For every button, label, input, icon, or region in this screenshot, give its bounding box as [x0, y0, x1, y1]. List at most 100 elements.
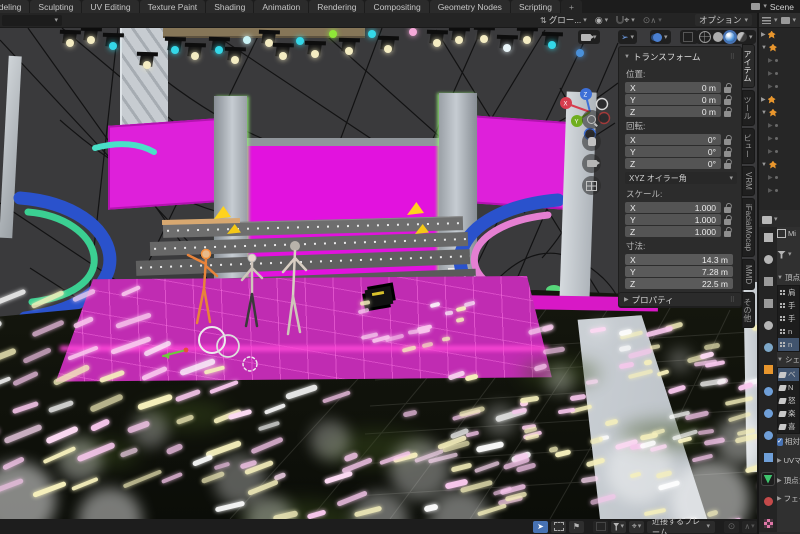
show-overlays-toggle[interactable]: ▾: [650, 30, 671, 44]
zoom-view-button[interactable]: [582, 110, 601, 129]
workspace-tab-shading[interactable]: Shading: [206, 0, 253, 13]
view-camera-dropdown[interactable]: ▾: [578, 30, 600, 44]
sidebar-tab-VRM[interactable]: VRM: [742, 166, 755, 196]
properties-editor[interactable]: ▾ Mi ▾ ▼頂点グループ 肩手手nn ▼シェイプキー ベN怒楽喜 ✓相対的 …: [759, 212, 800, 532]
properties-modifiers-tab[interactable]: [762, 385, 774, 397]
material-shading-icon[interactable]: [725, 32, 735, 42]
vertex-colors-panel-header[interactable]: ▶頂点カラー: [777, 474, 800, 487]
wireframe-shading-icon[interactable]: [699, 31, 711, 43]
disclosure-triangle[interactable]: ▶: [761, 32, 766, 38]
outliner-row[interactable]: ▶: [759, 28, 800, 41]
camera-view-button[interactable]: [582, 154, 601, 173]
disclosure-triangle[interactable]: ▶: [761, 97, 766, 103]
disclosure-triangle[interactable]: ▶: [768, 136, 773, 142]
properties-subpanel-header[interactable]: ▶プロパティ ⠿: [618, 292, 742, 307]
snap-settings-dropdown[interactable]: ⌖▾: [624, 15, 635, 26]
outliner-row[interactable]: ▶: [759, 93, 800, 106]
rot-y-field[interactable]: Y0°: [625, 146, 721, 157]
properties-physics-tab[interactable]: [762, 429, 774, 441]
marker-tool[interactable]: ⚑: [569, 521, 584, 533]
workspace-tab-geometry-nodes[interactable]: Geometry Nodes: [430, 0, 510, 13]
sk-list-item[interactable]: 喜: [778, 420, 799, 433]
workspace-tab-compositing[interactable]: Compositing: [365, 0, 428, 13]
proportional-edit-toggle[interactable]: ⊙: [724, 521, 739, 533]
shape-keys-panel-header[interactable]: ▼シェイプキー: [777, 353, 800, 366]
disclosure-triangle[interactable]: ▶: [768, 175, 773, 181]
proportional-falloff-dropdown[interactable]: ∧▾: [650, 16, 661, 25]
rotation-mode-dropdown[interactable]: XYZ オイラー角▾: [625, 172, 737, 184]
properties-scene-tab[interactable]: [762, 319, 774, 331]
vg-list-item[interactable]: 手: [778, 299, 799, 312]
workspace-tab-rendering[interactable]: Rendering: [309, 0, 364, 13]
properties-texture-tab[interactable]: [762, 517, 774, 529]
uv-maps-panel-header[interactable]: ▶UVマップ: [777, 454, 800, 467]
outliner-row[interactable]: ▶: [759, 184, 800, 197]
unlock-icon[interactable]: [724, 163, 731, 169]
properties-particles-tab[interactable]: [762, 407, 774, 419]
navigation-gizmo[interactable]: Z X Y: [552, 58, 614, 146]
vg-list-item[interactable]: n: [778, 338, 799, 351]
vertex-groups-panel-header[interactable]: ▼頂点グループ: [777, 271, 800, 284]
solid-shading-icon[interactable]: [713, 32, 723, 42]
dim-y-field[interactable]: Y7.28 m: [625, 266, 733, 277]
workspace-tab-odeling[interactable]: odeling: [0, 0, 29, 13]
properties-material-tab[interactable]: [762, 495, 774, 507]
outliner-row[interactable]: ▶: [759, 145, 800, 158]
rot-z-field[interactable]: Z0°: [625, 158, 721, 169]
vg-list-item[interactable]: 肩: [778, 286, 799, 299]
outliner[interactable]: ▾ ▾ ▶▼▶▶▶▶▼▶▶▶▼▶▶: [759, 13, 800, 210]
sidebar-tab-ビュー[interactable]: ビュー: [742, 128, 755, 164]
shading-mode-group[interactable]: ▾: [696, 30, 756, 44]
display-mode-icon[interactable]: [781, 17, 790, 24]
unlock-icon[interactable]: [724, 151, 731, 157]
outliner-row[interactable]: ▶: [759, 119, 800, 132]
perspective-toggle-button[interactable]: [582, 176, 601, 195]
proportional-edit-toggle[interactable]: ⊙: [643, 15, 651, 26]
scale-x-field[interactable]: X1.000: [625, 202, 721, 213]
properties-world-tab[interactable]: [762, 341, 774, 353]
properties-output-tab[interactable]: [762, 275, 774, 287]
dim-x-field[interactable]: X14.3 m: [625, 254, 733, 265]
checkbox-checked-icon[interactable]: ✓: [777, 438, 783, 446]
workspace-tab-scripting[interactable]: Scripting: [511, 0, 560, 13]
sk-list-item[interactable]: 怒: [778, 394, 799, 407]
outliner-row[interactable]: ▼: [759, 106, 800, 119]
add-workspace-button[interactable]: +: [561, 0, 582, 13]
sk-list-item[interactable]: 楽: [778, 407, 799, 420]
disclosure-triangle[interactable]: ▼: [761, 110, 767, 116]
unlock-icon[interactable]: [724, 139, 731, 145]
proportional-falloff-dropdown[interactable]: ∧▾: [742, 521, 757, 533]
snap-dropdown[interactable]: ⌖▾: [629, 521, 644, 533]
sidebar-tab-MMD[interactable]: MMD: [742, 259, 755, 290]
mode-dropdown[interactable]: ▾: [2, 15, 62, 26]
sk-list-item[interactable]: N: [778, 381, 799, 394]
disclosure-triangle[interactable]: ▶: [768, 84, 773, 90]
loc-x-field[interactable]: X0 m: [625, 82, 721, 93]
box-select-tool[interactable]: [551, 521, 566, 533]
pivot-point-dropdown[interactable]: ◉▾: [595, 15, 608, 26]
panel-drag-handle[interactable]: ⠿: [730, 53, 736, 61]
filter-dropdown[interactable]: ▾: [611, 521, 626, 533]
vg-list-item[interactable]: n: [778, 325, 799, 338]
properties-header[interactable]: ▾: [759, 212, 800, 227]
unlock-icon[interactable]: [724, 111, 731, 117]
properties-render-tab[interactable]: [762, 253, 774, 265]
scale-z-field[interactable]: Z1.000: [625, 226, 721, 237]
rot-x-field[interactable]: X0°: [625, 134, 721, 145]
scale-y-field[interactable]: Y1.000: [625, 214, 721, 225]
unlock-icon[interactable]: [724, 207, 731, 213]
show-gizmo-toggle[interactable]: ➢▾: [618, 30, 637, 44]
outliner-row[interactable]: ▼: [759, 41, 800, 54]
outliner-row[interactable]: ▶: [759, 80, 800, 93]
select-tweak-tool[interactable]: ➤: [533, 521, 548, 533]
disclosure-triangle[interactable]: ▼: [761, 162, 767, 168]
filter-icon[interactable]: [762, 17, 771, 24]
pan-view-button[interactable]: [582, 132, 601, 151]
vg-list-item[interactable]: 手: [778, 312, 799, 325]
rendered-shading-icon[interactable]: [737, 32, 747, 42]
workspace-tab-uv-editing[interactable]: UV Editing: [82, 0, 138, 13]
disclosure-triangle[interactable]: ▶: [768, 149, 773, 155]
sidebar-tab-その他[interactable]: その他: [742, 292, 755, 328]
sidebar-tab-アイテム[interactable]: アイテム: [742, 44, 755, 88]
outliner-row[interactable]: ▶: [759, 54, 800, 67]
